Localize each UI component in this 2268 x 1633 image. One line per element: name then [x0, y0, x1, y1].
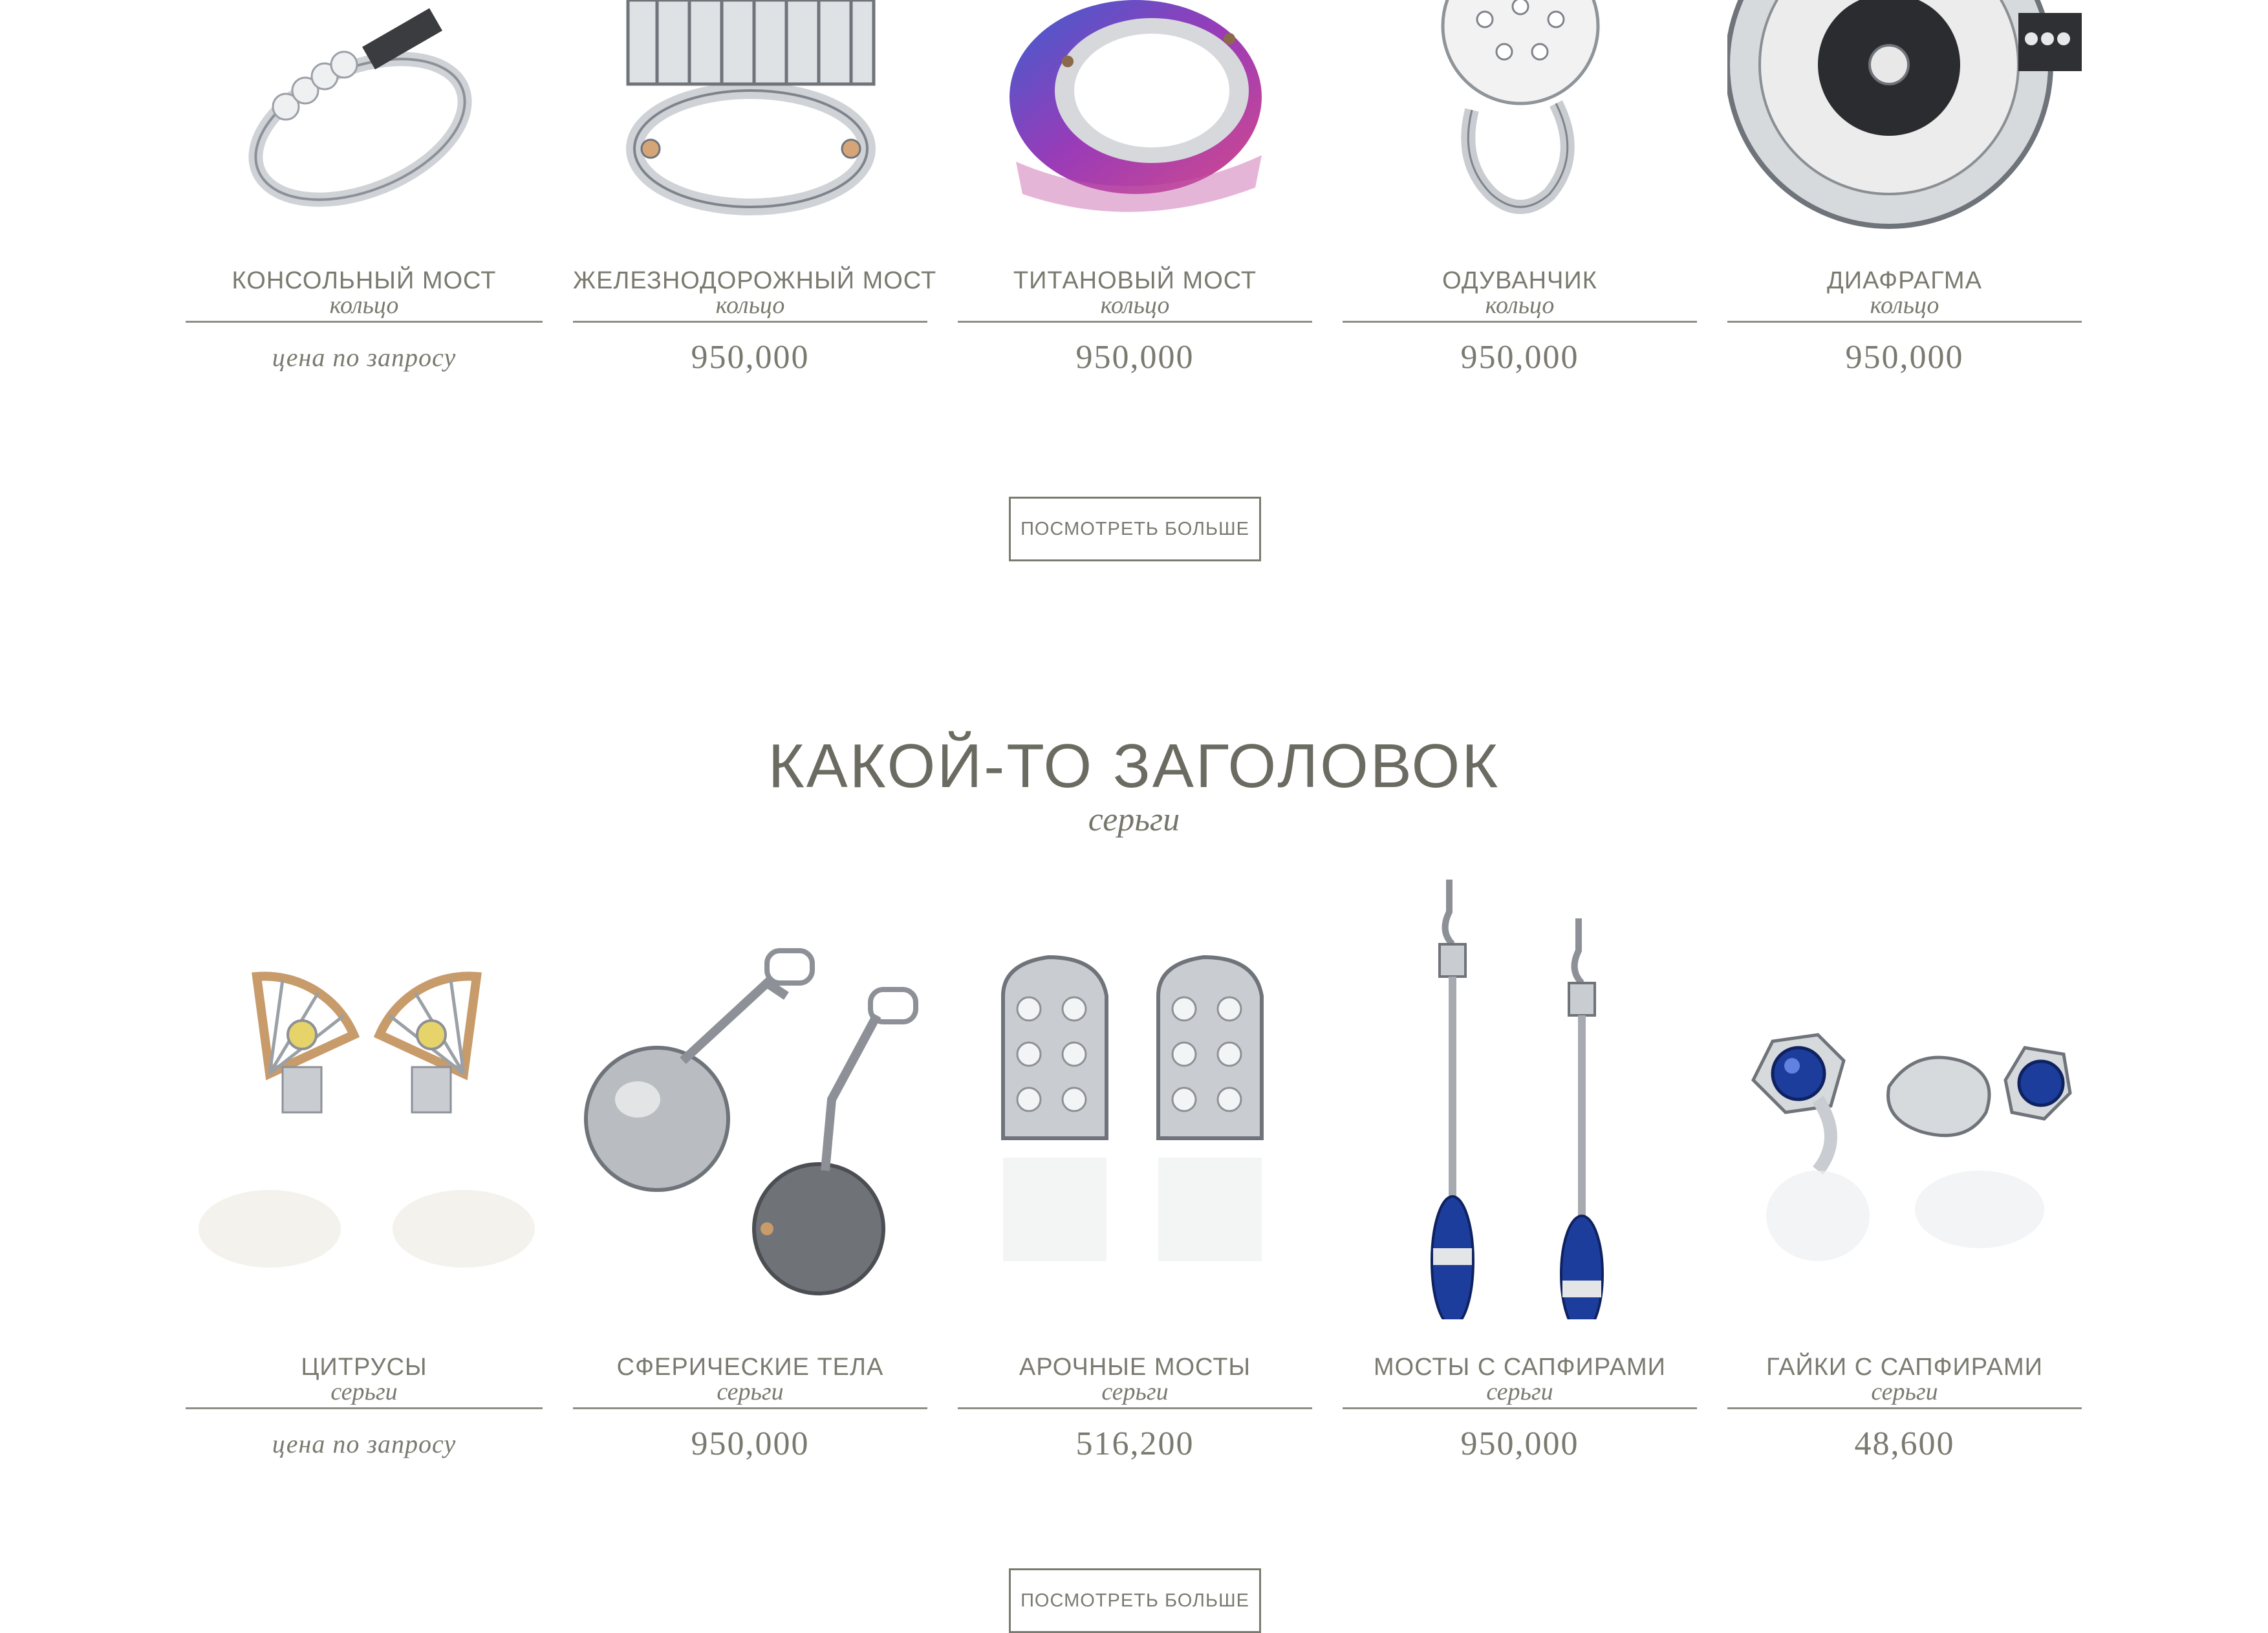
- product-divider: [1727, 1407, 2082, 1409]
- product-image-arochnye-mosty[interactable]: [958, 867, 1312, 1319]
- diaphragm-ring-icon: [1727, 0, 2082, 229]
- product-divider: [186, 321, 543, 323]
- product-price: 516,200: [1075, 1425, 1194, 1462]
- sapphire-drop-earrings-icon: [1431, 880, 1604, 1319]
- product-type: серьги: [1101, 1378, 1169, 1405]
- product-price: 950,000: [1460, 339, 1579, 376]
- product-type: кольцо: [1100, 292, 1170, 319]
- product-image-consolny-most[interactable]: [186, 0, 543, 233]
- dandelion-ring-icon: [1441, 0, 1600, 214]
- product-price: 48,600: [1854, 1425, 1955, 1462]
- product-name[interactable]: ТИТАНОВЫЙ МОСТ: [958, 266, 1312, 295]
- citrus-earrings-icon: [199, 971, 535, 1268]
- product-card[interactable]: ТИТАНОВЫЙ МОСТ кольцо 950,000: [958, 0, 1312, 377]
- product-divider: [573, 321, 927, 323]
- sapphire-nut-earrings-icon: [1751, 1033, 2072, 1261]
- product-card[interactable]: КОНСОЛЬНЫЙ МОСТ кольцо цена по запросу: [186, 0, 543, 377]
- product-price: 950,000: [1845, 339, 1964, 376]
- product-card[interactable]: ЖЕЛЕЗНОДОРОЖНЫЙ МОСТ кольцо 950,000: [573, 0, 936, 377]
- product-type: кольцо: [1485, 292, 1555, 319]
- product-divider: [1727, 321, 2082, 323]
- arch-earrings-icon: [1001, 955, 1264, 1261]
- product-divider: [958, 1407, 1312, 1409]
- product-image-zheleznodorozhny-most[interactable]: [573, 0, 927, 233]
- ring-icon: [626, 0, 876, 215]
- product-image-diafragma[interactable]: [1727, 0, 2082, 233]
- product-type: серьги: [1486, 1378, 1553, 1405]
- product-type: кольцо: [715, 292, 785, 319]
- product-divider: [1343, 321, 1697, 323]
- product-card[interactable]: ГАЙКИ С САПФИРАМИ серьги 48,600: [1727, 867, 2082, 1464]
- ring-icon: [248, 8, 472, 207]
- product-card[interactable]: ОДУВАНЧИК кольцо 950,000: [1343, 0, 1697, 377]
- product-type: кольцо: [1870, 292, 1939, 319]
- product-name[interactable]: ДИАФРАГМА: [1727, 266, 2082, 295]
- product-divider: [186, 1407, 543, 1409]
- product-divider: [573, 1407, 927, 1409]
- product-image-citrusy[interactable]: [186, 867, 543, 1319]
- product-name[interactable]: ОДУВАНЧИК: [1343, 266, 1697, 295]
- product-type: серьги: [330, 1378, 398, 1405]
- product-price: цена по запросу: [272, 1429, 457, 1458]
- sphere-earrings-icon: [584, 948, 918, 1295]
- product-image-titanovy-most[interactable]: [958, 0, 1312, 233]
- product-image-oduvanchik[interactable]: [1343, 0, 1697, 233]
- rings-grid: КОНСОЛЬНЫЙ МОСТ кольцо цена по запросу Ж…: [186, 0, 2082, 377]
- product-name[interactable]: СФЕРИЧЕСКИЕ ТЕЛА: [573, 1353, 927, 1381]
- product-name[interactable]: АРОЧНЫЕ МОСТЫ: [958, 1353, 1312, 1381]
- product-price: 950,000: [1075, 339, 1194, 376]
- product-price: 950,000: [691, 339, 810, 376]
- product-card[interactable]: ДИАФРАГМА кольцо 950,000: [1727, 0, 2082, 377]
- product-type: серьги: [1871, 1378, 1938, 1405]
- product-name[interactable]: ГАЙКИ С САПФИРАМИ: [1727, 1353, 2082, 1381]
- section-title: КАКОЙ-ТО ЗАГОЛОВОК: [768, 731, 1500, 801]
- product-name[interactable]: ЖЕЛЕЗНОДОРОЖНЫЙ МОСТ: [573, 266, 936, 295]
- product-name[interactable]: МОСТЫ С САПФИРАМИ: [1343, 1353, 1697, 1381]
- product-divider: [1343, 1407, 1697, 1409]
- earrings-grid: ЦИТРУСЫ серьги цена по запросу СФЕРИЧЕСК…: [186, 867, 2082, 1464]
- product-type: кольцо: [329, 292, 399, 319]
- product-card[interactable]: ЦИТРУСЫ серьги цена по запросу: [186, 867, 543, 1464]
- product-type: серьги: [717, 1378, 784, 1405]
- product-image-gayki-s-sapfirami[interactable]: [1727, 867, 2082, 1319]
- product-card[interactable]: АРОЧНЫЕ МОСТЫ серьги 516,200: [958, 867, 1312, 1464]
- product-card[interactable]: МОСТЫ С САПФИРАМИ серьги 950,000: [1343, 867, 1697, 1464]
- product-price: 950,000: [691, 1425, 810, 1462]
- section-subtitle: серьги: [1088, 801, 1180, 838]
- product-price: цена по запросу: [272, 343, 457, 372]
- product-name[interactable]: ЦИТРУСЫ: [186, 1353, 543, 1381]
- product-image-sfericheskie-tela[interactable]: [573, 867, 927, 1319]
- product-divider: [958, 321, 1312, 323]
- product-card[interactable]: СФЕРИЧЕСКИЕ ТЕЛА серьги 950,000: [573, 867, 927, 1464]
- titanium-ring-icon: [1010, 0, 1262, 212]
- product-price: 950,000: [1460, 1425, 1579, 1462]
- product-name[interactable]: КОНСОЛЬНЫЙ МОСТ: [186, 266, 543, 295]
- view-more-button[interactable]: ПОСМОТРЕТЬ БОЛЬШЕ: [1009, 497, 1261, 561]
- product-image-mosty-s-sapfirami[interactable]: [1343, 867, 1697, 1319]
- view-more-button[interactable]: ПОСМОТРЕТЬ БОЛЬШЕ: [1009, 1568, 1261, 1633]
